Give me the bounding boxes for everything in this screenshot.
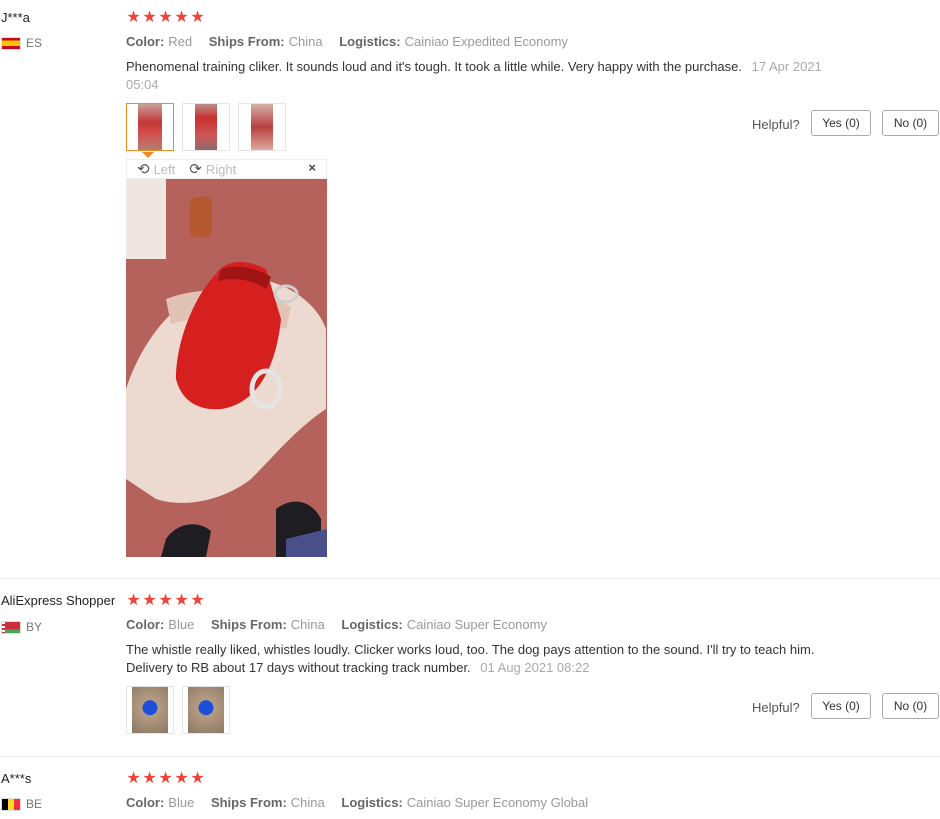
logistics-label: Logistics: — [341, 617, 403, 632]
color-value: Red — [168, 34, 193, 49]
star-icon: ★ — [174, 770, 189, 787]
review-item: J***a ES ★ ★ ★ ★ ★ Color: Red Ships From:… — [0, 0, 940, 578]
review-date: 01 Aug 2021 08:22 — [480, 660, 590, 675]
close-icon[interactable]: × — [308, 160, 316, 175]
order-info: Color: Red Ships From: China Logistics: Cai… — [126, 34, 581, 49]
reviewer-country: BE — [1, 797, 42, 811]
order-info: Color: Blue Ships From: China Logistics: Ca… — [126, 795, 601, 810]
review-photo-thumb[interactable] — [238, 103, 286, 151]
reviewer-country: BY — [1, 620, 42, 634]
logistics-value: Cainiao Super Economy Global — [406, 795, 589, 810]
review-body: The whistle really liked, whistles loudl… — [126, 642, 815, 675]
country-code: ES — [26, 36, 43, 50]
review-photo-thumb[interactable] — [126, 686, 174, 734]
country-code: BY — [26, 620, 43, 634]
logistics-label: Logistics: — [341, 795, 403, 810]
star-icon: ★ — [158, 9, 173, 26]
helpful-label: Helpful? — [752, 700, 800, 715]
rotate-right-icon[interactable]: ⟳ — [189, 160, 202, 178]
ships-from-value: China — [290, 795, 325, 810]
helpful-no-button[interactable]: No (0) — [882, 110, 939, 136]
ships-from-label: Ships From: — [210, 795, 287, 810]
viewer-toolbar: ⟲ Left ⟳ Right × — [126, 159, 327, 179]
ships-from-label: Ships From: — [208, 34, 285, 49]
star-icon: ★ — [174, 592, 189, 609]
star-icon: ★ — [158, 592, 173, 609]
color-label: Color: — [126, 795, 165, 810]
star-icon: ★ — [142, 770, 157, 787]
review-photo-thumb[interactable] — [126, 103, 174, 151]
helpful-yes-button[interactable]: Yes (0) — [811, 110, 871, 136]
star-icon: ★ — [158, 770, 173, 787]
reviewer-country: ES — [1, 36, 42, 50]
rotate-left-icon[interactable]: ⟲ — [137, 160, 150, 178]
star-icon: ★ — [190, 592, 205, 609]
color-value: Blue — [168, 795, 195, 810]
logistics-value: Cainiao Expedited Economy — [404, 34, 568, 49]
helpful-label: Helpful? — [752, 117, 800, 132]
viewer-pointer — [142, 152, 154, 158]
logistics-label: Logistics: — [339, 34, 401, 49]
review-photo-thumb[interactable] — [182, 103, 230, 151]
flag-be-icon — [1, 797, 21, 811]
rotate-left-button[interactable]: Left — [154, 162, 176, 177]
review-photo-large — [126, 179, 327, 557]
order-info: Color: Blue Ships From: China Logistics: Ca… — [126, 617, 560, 632]
logistics-value: Cainiao Super Economy — [406, 617, 547, 632]
star-icon: ★ — [190, 770, 205, 787]
review-photo-thumb[interactable] — [182, 686, 230, 734]
ships-from-label: Ships From: — [210, 617, 287, 632]
reviewer-name: A***s — [1, 771, 32, 786]
star-icon: ★ — [126, 592, 141, 609]
ships-from-value: China — [290, 617, 325, 632]
star-rating: ★ ★ ★ ★ ★ — [126, 10, 205, 26]
rotate-right-button[interactable]: Right — [206, 162, 236, 177]
reviewer-name: AliExpress Shopper — [1, 593, 116, 608]
star-icon: ★ — [126, 9, 141, 26]
star-rating: ★ ★ ★ ★ ★ — [126, 771, 205, 787]
helpful-no-button[interactable]: No (0) — [882, 693, 939, 719]
review-text: Phenomenal training cliker. It sounds lo… — [126, 58, 836, 94]
review-body: Phenomenal training cliker. It sounds lo… — [126, 59, 743, 74]
ships-from-value: China — [288, 34, 323, 49]
star-icon: ★ — [190, 9, 205, 26]
color-label: Color: — [126, 34, 165, 49]
helpful-yes-button[interactable]: Yes (0) — [811, 693, 871, 719]
photo-viewer: ⟲ Left ⟳ Right × — [126, 152, 327, 557]
photo-illustration — [126, 179, 327, 557]
star-icon: ★ — [174, 9, 189, 26]
star-icon: ★ — [126, 770, 141, 787]
star-rating: ★ ★ ★ ★ ★ — [126, 593, 205, 609]
star-icon: ★ — [142, 9, 157, 26]
flag-es-icon — [1, 36, 21, 50]
color-value: Blue — [168, 617, 195, 632]
review-item: A***s BE ★ ★ ★ ★ ★ Color: Blue Ships From… — [0, 756, 940, 819]
review-text: The whistle really liked, whistles loudl… — [126, 641, 836, 677]
review-item: AliExpress Shopper BY ★ ★ ★ ★ ★ Color: Bl… — [0, 578, 940, 756]
country-code: BE — [26, 797, 43, 811]
flag-by-icon — [1, 620, 21, 634]
star-icon: ★ — [142, 592, 157, 609]
color-label: Color: — [126, 617, 165, 632]
reviewer-name: J***a — [1, 10, 30, 25]
